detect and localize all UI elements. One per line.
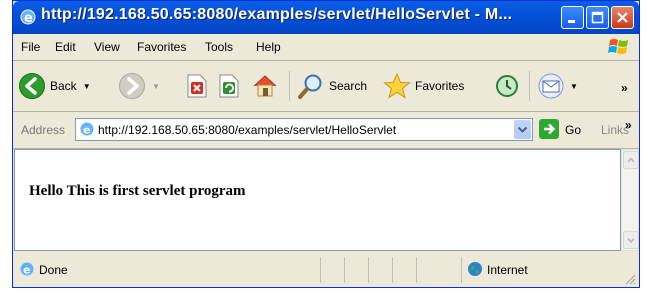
resize-grip-icon[interactable] bbox=[624, 273, 636, 285]
toolbar-separator bbox=[529, 71, 530, 101]
favorites-star-icon bbox=[383, 72, 411, 99]
ie-page-icon: e bbox=[80, 122, 94, 137]
minimize-button[interactable] bbox=[561, 6, 584, 29]
svg-text:e: e bbox=[83, 124, 90, 137]
status-text: Done bbox=[39, 263, 68, 277]
ie-page-icon: e bbox=[20, 262, 34, 277]
windows-logo-icon bbox=[608, 39, 628, 54]
address-label: Address bbox=[21, 123, 66, 137]
favorites-button[interactable]: Favorites bbox=[383, 67, 464, 105]
favorites-label: Favorites bbox=[415, 79, 465, 93]
links-chevron[interactable]: » bbox=[625, 118, 632, 132]
history-icon bbox=[496, 75, 518, 97]
minimize-icon bbox=[568, 20, 575, 23]
go-button[interactable] bbox=[539, 119, 559, 139]
go-label[interactable]: Go bbox=[565, 123, 581, 137]
scroll-up-button[interactable] bbox=[623, 151, 639, 169]
standard-toolbar: Back ▼ ▼ Search Favorites ▼ » bbox=[13, 61, 639, 112]
address-bar: Address e http://192.168.50.65:8080/exam… bbox=[13, 112, 639, 149]
stop-icon bbox=[187, 74, 207, 98]
svg-text:e: e bbox=[23, 264, 30, 277]
forward-dropdown-icon[interactable]: ▼ bbox=[152, 82, 160, 91]
vertical-scrollbar[interactable] bbox=[621, 149, 639, 251]
page-text: Hello This is first servlet program bbox=[29, 183, 246, 199]
mail-dropdown-icon[interactable]: ▼ bbox=[570, 82, 578, 91]
maximize-icon bbox=[591, 11, 604, 24]
status-divider bbox=[461, 257, 462, 283]
back-dropdown-icon[interactable]: ▼ bbox=[83, 82, 91, 91]
internet-zone-globe-icon bbox=[468, 262, 482, 276]
ie-icon: e bbox=[20, 9, 36, 26]
address-url: http://192.168.50.65:8080/examples/servl… bbox=[98, 123, 397, 137]
close-icon bbox=[617, 12, 628, 23]
status-divider bbox=[320, 257, 321, 283]
status-bar: e Done Internet bbox=[13, 252, 639, 288]
search-label: Search bbox=[329, 79, 368, 93]
maximize-button[interactable] bbox=[586, 6, 609, 29]
home-button[interactable] bbox=[251, 67, 279, 105]
refresh-button[interactable] bbox=[217, 67, 241, 105]
back-button[interactable]: Back ▼ bbox=[18, 67, 91, 105]
status-divider bbox=[344, 257, 345, 283]
toolbar-separator bbox=[289, 71, 290, 101]
search-icon bbox=[298, 74, 322, 99]
back-arrow-icon bbox=[19, 73, 45, 99]
back-label: Back bbox=[50, 79, 77, 93]
close-button[interactable] bbox=[611, 6, 634, 29]
chevron-down-icon bbox=[517, 126, 528, 133]
scroll-down-button[interactable] bbox=[623, 231, 639, 249]
forward-button[interactable]: ▼ bbox=[118, 67, 160, 105]
title-bar[interactable]: e http://192.168.50.65:8080/examples/ser… bbox=[13, 1, 639, 34]
chevron-up-icon bbox=[627, 157, 635, 163]
address-input[interactable]: e http://192.168.50.65:8080/examples/ser… bbox=[75, 118, 533, 141]
stop-button[interactable] bbox=[185, 67, 209, 105]
address-dropdown-button[interactable] bbox=[514, 120, 531, 139]
mail-button[interactable]: ▼ bbox=[537, 67, 578, 105]
status-divider bbox=[416, 257, 417, 283]
menu-favorites[interactable]: Favorites bbox=[137, 40, 186, 54]
toolbar-chevron[interactable]: » bbox=[621, 81, 628, 95]
search-button[interactable]: Search bbox=[297, 67, 367, 105]
menu-bar: File Edit View Favorites Tools Help bbox=[13, 34, 639, 61]
menu-file[interactable]: File bbox=[21, 40, 40, 54]
zone-text: Internet bbox=[487, 263, 528, 277]
go-arrow-icon bbox=[544, 123, 556, 135]
mail-icon bbox=[538, 73, 564, 99]
status-divider bbox=[368, 257, 369, 283]
window-title: http://192.168.50.65:8080/examples/servl… bbox=[41, 6, 513, 23]
history-button[interactable] bbox=[493, 67, 521, 105]
browser-window: e http://192.168.50.65:8080/examples/ser… bbox=[12, 0, 640, 288]
forward-arrow-icon bbox=[119, 73, 145, 99]
menu-edit[interactable]: Edit bbox=[55, 40, 76, 54]
refresh-icon bbox=[219, 74, 239, 98]
svg-text:e: e bbox=[24, 11, 33, 26]
page-content: Hello This is first servlet program bbox=[14, 149, 621, 251]
status-divider bbox=[392, 257, 393, 283]
chevron-down-icon bbox=[627, 238, 635, 244]
menu-tools[interactable]: Tools bbox=[205, 40, 233, 54]
menu-view[interactable]: View bbox=[94, 40, 120, 54]
menu-help[interactable]: Help bbox=[256, 40, 281, 54]
home-icon bbox=[253, 75, 277, 97]
